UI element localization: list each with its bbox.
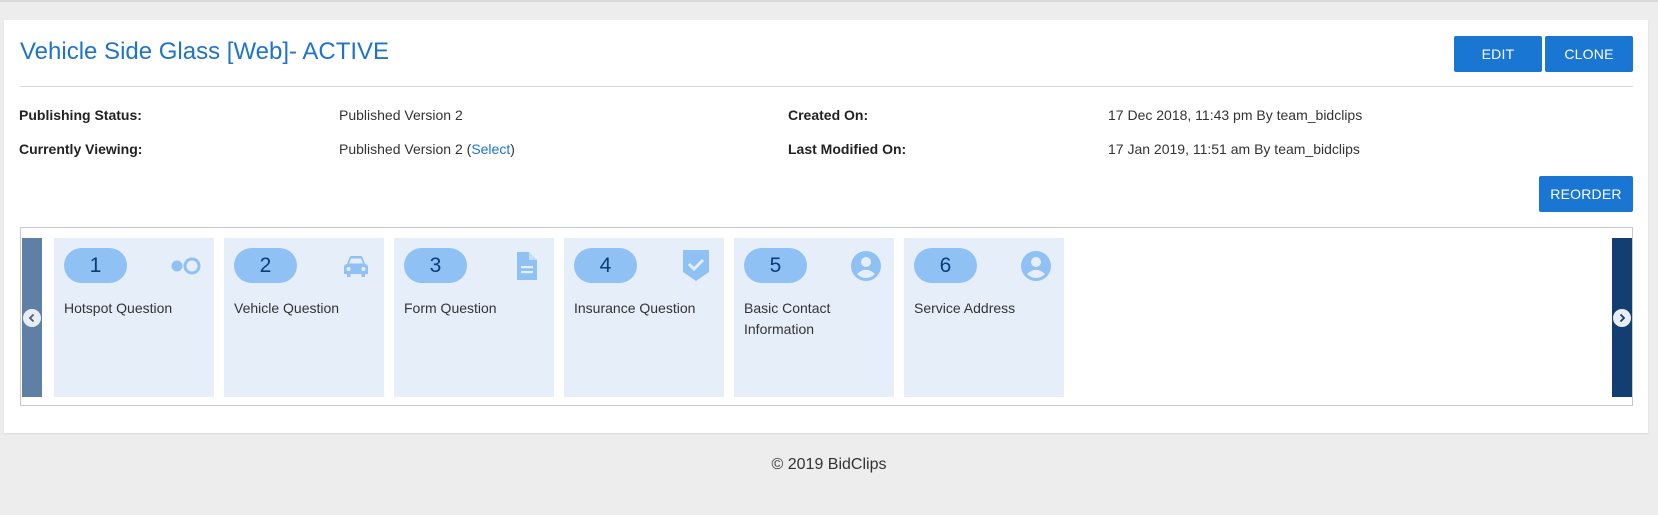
step-number-badge: 1 <box>64 248 127 283</box>
created-on-label: Created On: <box>788 107 869 123</box>
clone-button[interactable]: CLONE <box>1545 36 1633 72</box>
car-icon <box>340 250 372 282</box>
hotspot-icon <box>170 250 202 282</box>
step-label: Basic Contact Information <box>744 300 831 337</box>
step-number-badge: 6 <box>914 248 977 283</box>
created-on-value: 17 Dec 2018, 11:43 pm By team_bidclips <box>1108 107 1363 123</box>
step-card-4[interactable]: 4 Insurance Question <box>564 238 724 397</box>
last-modified-label: Last Modified On: <box>788 141 907 157</box>
step-card-2[interactable]: 2 Vehicle Question <box>224 238 384 397</box>
header-divider <box>20 86 1633 87</box>
step-number-badge: 5 <box>744 248 807 283</box>
select-version-link[interactable]: Select <box>471 141 510 157</box>
step-label: Insurance Question <box>574 300 696 316</box>
reorder-button[interactable]: REORDER <box>1539 176 1633 212</box>
step-label: Service Address <box>914 300 1016 316</box>
carousel-prev-button[interactable] <box>22 238 42 397</box>
carousel-next-button[interactable] <box>1612 238 1632 397</box>
step-card-6[interactable]: 6 Service Address <box>904 238 1064 397</box>
step-label: Vehicle Question <box>234 300 340 316</box>
step-number-badge: 2 <box>234 248 297 283</box>
chevron-left-icon <box>23 308 41 327</box>
publishing-status-value: Published Version 2 <box>339 107 463 123</box>
currently-viewing-value: Published Version 2 (Select) <box>339 141 515 157</box>
user-circle-icon <box>1020 250 1052 282</box>
shield-check-icon <box>680 250 712 282</box>
step-number-badge: 4 <box>574 248 637 283</box>
step-card-1[interactable]: 1 Hotspot Question <box>54 238 214 397</box>
step-card-5[interactable]: 5 Basic Contact Information <box>734 238 894 397</box>
step-label: Hotspot Question <box>64 300 173 316</box>
publishing-status-label: Publishing Status: <box>19 107 142 123</box>
flow-detail-card: Vehicle Side Glass [Web]- ACTIVE EDIT CL… <box>4 20 1648 433</box>
step-number-badge: 3 <box>404 248 467 283</box>
edit-button[interactable]: EDIT <box>1454 36 1542 72</box>
last-modified-value: 17 Jan 2019, 11:51 am By team_bidclips <box>1108 141 1360 157</box>
footer-copyright: © 2019 BidClips <box>771 456 887 473</box>
currently-viewing-label: Currently Viewing: <box>19 141 143 157</box>
page-title: Vehicle Side Glass [Web]- ACTIVE <box>20 38 390 65</box>
top-border <box>0 0 1658 2</box>
currently-viewing-text: Published Version 2 ( <box>339 141 472 157</box>
step-card-3[interactable]: 3 Form Question <box>394 238 554 397</box>
document-icon <box>510 250 542 282</box>
chevron-right-icon <box>1613 308 1631 327</box>
user-circle-icon <box>850 250 882 282</box>
steps-carousel: 1 Hotspot Question 2 Vehicle Question 3 … <box>20 227 1633 406</box>
step-label: Form Question <box>404 300 497 316</box>
currently-viewing-suffix: ) <box>510 141 515 157</box>
